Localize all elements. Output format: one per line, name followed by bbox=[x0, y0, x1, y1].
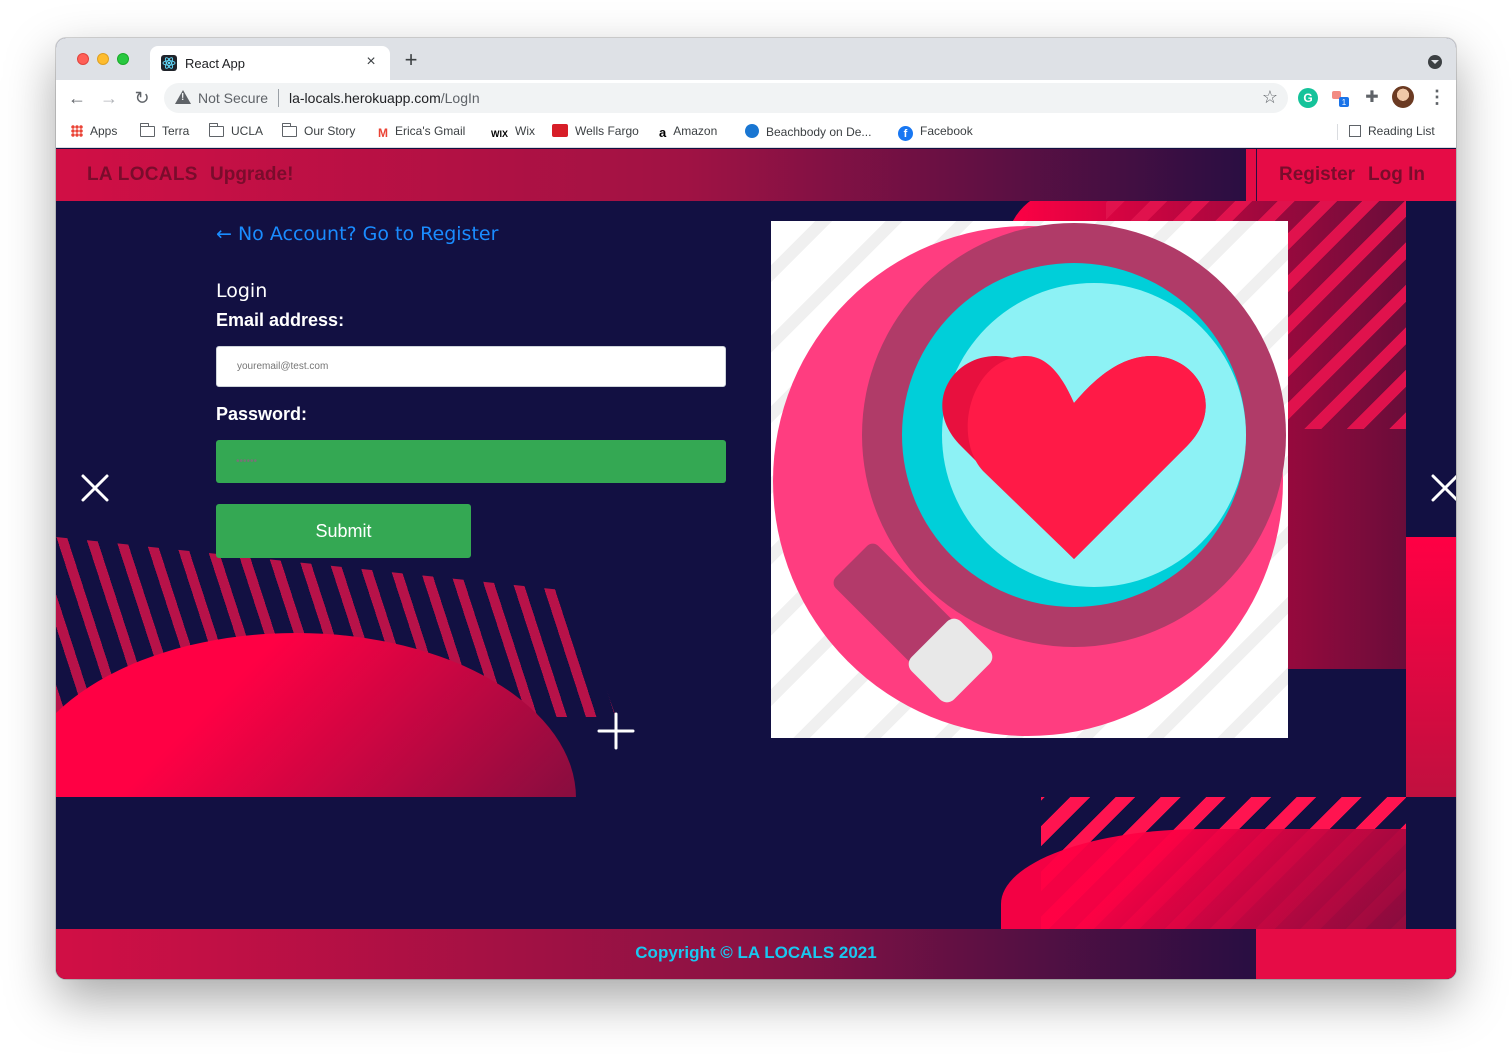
submit-button[interactable]: Submit bbox=[216, 504, 471, 558]
copyright-text: Copyright © LA LOCALS 2021 bbox=[635, 943, 877, 962]
url-text[interactable]: la-locals.herokuapp.com/LogIn bbox=[289, 90, 480, 106]
apps-grid-icon bbox=[71, 125, 83, 137]
password-label: Password: bbox=[216, 404, 308, 424]
bookmark-star-icon[interactable]: ☆ bbox=[1262, 87, 1278, 108]
extension-icon[interactable]: 1 bbox=[1330, 88, 1350, 108]
bookmark-amazon[interactable]: a Amazon bbox=[659, 124, 717, 140]
url-path: /LogIn bbox=[440, 90, 480, 106]
site-footer: Copyright © LA LOCALS 2021 bbox=[56, 929, 1456, 979]
form-title: Login bbox=[216, 280, 268, 302]
browser-tab[interactable]: React App × bbox=[150, 46, 390, 80]
bookmark-label: Apps bbox=[90, 124, 118, 138]
magnifying-heart-icon bbox=[773, 223, 1286, 736]
page-content: LA LOCALS Upgrade! Register Log In ← No … bbox=[56, 149, 1456, 979]
bookmark-ucla[interactable]: UCLA bbox=[208, 123, 264, 138]
warning-icon bbox=[175, 90, 191, 104]
reading-list-button[interactable]: Reading List bbox=[1349, 124, 1435, 138]
bookmark-apps[interactable]: Apps bbox=[71, 124, 117, 138]
address-bar[interactable]: Not Secure la-locals.herokuapp.com/LogIn… bbox=[164, 83, 1288, 113]
bookmark-wells-fargo[interactable]: Wells Fargo bbox=[552, 124, 639, 138]
bookmark-gmail[interactable]: M Erica's Gmail bbox=[378, 124, 465, 140]
reading-list-icon bbox=[1349, 125, 1361, 137]
forward-arrow-icon[interactable]: → bbox=[98, 87, 120, 109]
maximize-window-button[interactable] bbox=[117, 53, 129, 65]
tab-close-icon[interactable]: × bbox=[362, 53, 380, 71]
email-label: Email address: bbox=[216, 310, 345, 330]
folder-icon bbox=[208, 123, 224, 137]
wells-fargo-icon bbox=[552, 124, 568, 137]
bookmark-our-story[interactable]: Our Story bbox=[281, 123, 356, 138]
bookmarks-bar: Apps Terra UCLA Our Story M Erica's Gmail… bbox=[56, 116, 1456, 148]
nav-login-link[interactable]: Log In bbox=[1368, 164, 1425, 186]
facebook-icon: f bbox=[898, 126, 913, 141]
bookmark-label: Amazon bbox=[673, 124, 718, 138]
bookmark-wix[interactable]: WIX Wix bbox=[491, 124, 535, 139]
brand-logo[interactable]: LA LOCALS bbox=[87, 164, 198, 186]
bookmark-label: Terra bbox=[162, 124, 190, 138]
security-label[interactable]: Not Secure bbox=[198, 90, 268, 106]
url-host: la-locals.herokuapp.com bbox=[289, 90, 441, 106]
reading-list-label: Reading List bbox=[1368, 124, 1435, 138]
profile-avatar[interactable] bbox=[1392, 86, 1414, 108]
wix-icon: WIX bbox=[491, 129, 508, 139]
upgrade-link[interactable]: Upgrade! bbox=[210, 164, 293, 186]
new-tab-button[interactable]: + bbox=[401, 49, 421, 71]
bookmark-terra[interactable]: Terra bbox=[139, 123, 190, 138]
close-x-icon bbox=[81, 474, 109, 502]
folder-icon bbox=[281, 123, 297, 137]
password-input[interactable] bbox=[216, 440, 726, 483]
bookmark-label: Our Story bbox=[304, 124, 356, 138]
bookmark-beachbody[interactable]: Beachbody on De... bbox=[745, 124, 871, 139]
tab-title: React App bbox=[185, 56, 245, 71]
bookmarks-divider bbox=[1337, 124, 1338, 140]
extension-badge: 1 bbox=[1342, 98, 1347, 107]
plus-icon bbox=[597, 712, 635, 750]
bookmark-label: Facebook bbox=[920, 124, 973, 138]
browser-menu-icon[interactable]: ⋮ bbox=[1428, 86, 1446, 108]
amazon-icon: a bbox=[659, 125, 667, 140]
react-icon bbox=[161, 55, 177, 71]
bookmark-label: Wix bbox=[515, 124, 535, 138]
close-window-button[interactable] bbox=[77, 53, 89, 65]
address-divider bbox=[278, 89, 279, 107]
nav-register-link[interactable]: Register bbox=[1279, 164, 1355, 186]
close-x-icon bbox=[1431, 474, 1456, 502]
decorative-blob-edge bbox=[1406, 537, 1456, 797]
browser-window: React App × + ← → ↻ Not Secure la-locals… bbox=[56, 38, 1456, 979]
grammarly-icon[interactable]: G bbox=[1298, 88, 1318, 108]
extension-glyph-icon: 1 bbox=[1332, 91, 1349, 107]
bookmark-facebook[interactable]: f Facebook bbox=[898, 124, 973, 141]
minimize-window-button[interactable] bbox=[97, 53, 109, 65]
site-header: LA LOCALS Upgrade! Register Log In bbox=[56, 149, 1456, 201]
back-arrow-icon[interactable]: ← bbox=[66, 87, 88, 109]
go-to-register-link[interactable]: ← No Account? Go to Register bbox=[216, 223, 498, 245]
beachbody-icon bbox=[745, 124, 759, 138]
tab-strip: React App × + bbox=[56, 38, 1456, 80]
email-input[interactable] bbox=[216, 346, 726, 387]
reload-icon[interactable]: ↻ bbox=[131, 87, 153, 109]
hero-image bbox=[771, 221, 1288, 738]
bookmark-label: UCLA bbox=[231, 124, 264, 138]
bookmark-label: Beachbody on De... bbox=[766, 125, 872, 139]
tab-search-icon[interactable] bbox=[1428, 55, 1442, 69]
bookmark-label: Wells Fargo bbox=[575, 124, 639, 138]
bookmark-label: Erica's Gmail bbox=[395, 124, 466, 138]
gmail-icon: M bbox=[378, 126, 388, 140]
browser-toolbar: ← → ↻ Not Secure la-locals.herokuapp.com… bbox=[56, 80, 1456, 116]
extensions-puzzle-icon[interactable]: ✚ bbox=[1362, 88, 1382, 108]
folder-icon bbox=[139, 123, 155, 137]
